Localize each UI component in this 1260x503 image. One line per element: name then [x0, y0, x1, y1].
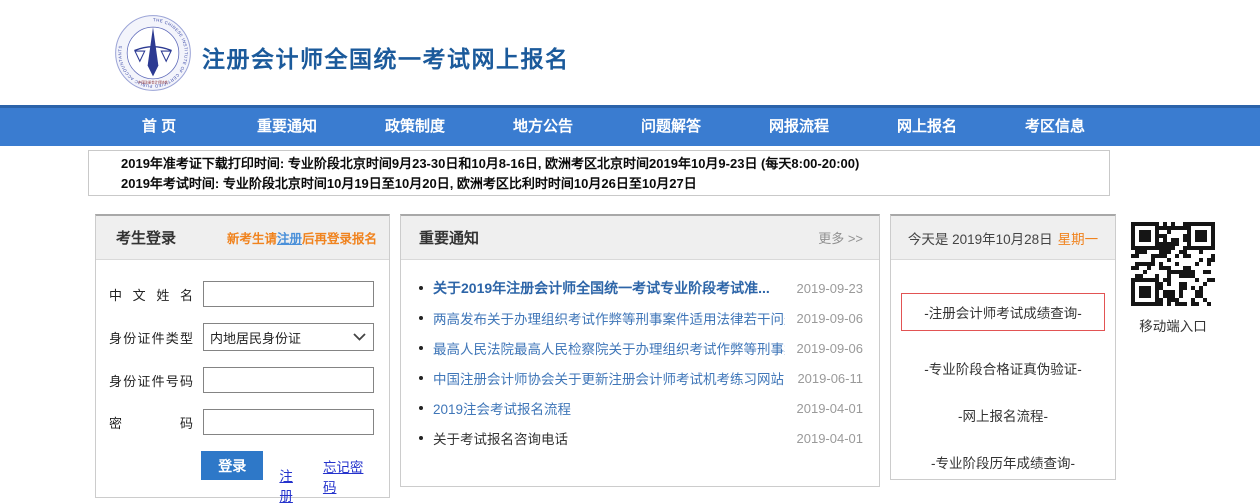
- notice-date: 2019-09-06: [797, 311, 864, 326]
- forgot-password-link[interactable]: 忘记密码: [323, 456, 374, 496]
- schedule-line-2: 2019年考试时间: 专业阶段北京时间10月19日至10月20日, 欧洲考区比利…: [121, 174, 1109, 194]
- nav-item-important-notices[interactable]: 重要通知: [223, 108, 351, 146]
- id-type-value: 内地居民身份证: [210, 328, 301, 347]
- notice-row: 关于2019年注册会计师全国统一考试专业阶段考试准... 2019-09-23: [419, 273, 863, 303]
- notice-link[interactable]: 最高人民法院最高人民检察院关于办理组织考试作弊等刑事案件...: [433, 338, 785, 358]
- login-form: 中文姓名 身份证件类型 内地居民身份证 身份证件号码 密码 登录 注册: [96, 260, 389, 503]
- notice-link[interactable]: 2019注会考试报名流程: [433, 398, 785, 418]
- login-button[interactable]: 登录: [201, 451, 263, 480]
- mobile-entry: 移动端入口: [1130, 222, 1216, 335]
- id-number-label: 身份证件号码: [109, 371, 193, 390]
- id-number-input[interactable]: [203, 367, 374, 393]
- notice-date: 2019-09-23: [797, 281, 864, 296]
- notice-row: 两高发布关于办理组织考试作弊等刑事案件适用法律若干问题的... 2019-09-…: [419, 303, 863, 333]
- notice-link[interactable]: 关于考试报名咨询电话: [433, 428, 785, 448]
- login-title: 考生登录: [116, 227, 176, 248]
- today-date: 今天是 2019年10月28日: [908, 228, 1053, 248]
- more-link[interactable]: 更多 >>: [818, 228, 863, 247]
- notice-row: 关于考试报名咨询电话 2019-04-01: [419, 423, 863, 453]
- login-panel-header: 考生登录 新考生请注册后再登录报名: [96, 216, 389, 260]
- notice-row: 中国注册会计师协会关于更新注册会计师考试机考练习网站的公... 2019-06-…: [419, 363, 863, 393]
- quick-links-list: -注册会计师考试成绩查询- -专业阶段合格证真伪验证- -网上报名流程- -专业…: [891, 260, 1115, 472]
- schedule-line-1: 2019年准考证下载打印时间: 专业阶段北京时间9月23-30日和10月8-16…: [121, 154, 1109, 174]
- nav-item-registration-process[interactable]: 网报流程: [735, 108, 863, 146]
- nav-item-home[interactable]: 首 页: [95, 108, 223, 146]
- score-query-link[interactable]: -注册会计师考试成绩查询-: [901, 293, 1105, 331]
- bullet-icon: [419, 406, 423, 410]
- register-hint-link[interactable]: 注册: [277, 232, 302, 246]
- site-title: 注册会计师全国统一考试网上报名: [202, 40, 570, 74]
- notice-date: 2019-06-11: [797, 371, 863, 386]
- register-link[interactable]: 注册: [279, 465, 305, 503]
- notice-link[interactable]: 关于2019年注册会计师全国统一考试专业阶段考试准...: [433, 278, 785, 298]
- bullet-icon: [419, 286, 423, 290]
- login-panel: 考生登录 新考生请注册后再登录报名 中文姓名 身份证件类型 内地居民身份证 身份…: [95, 214, 390, 498]
- qr-code: [1131, 222, 1215, 306]
- notice-link[interactable]: 中国注册会计师协会关于更新注册会计师考试机考练习网站的公...: [433, 368, 785, 388]
- bullet-icon: [419, 346, 423, 350]
- cicpa-logo-icon: THE CHINESE INSTITUTE OF CERTIFIED PUBLI…: [114, 14, 192, 92]
- certificate-verification-link[interactable]: -专业阶段合格证真伪验证-: [891, 358, 1115, 378]
- hint-prefix: 新考生请: [227, 232, 277, 246]
- svg-text:·中国注册会计师协会·: ·中国注册会计师协会·: [137, 80, 169, 85]
- chevron-down-icon: [353, 333, 366, 341]
- notice-date: 2019-04-01: [797, 431, 864, 446]
- nav-item-local-announcements[interactable]: 地方公告: [479, 108, 607, 146]
- bullet-icon: [419, 376, 423, 380]
- exam-schedule-notice: 2019年准考证下载打印时间: 专业阶段北京时间9月23-30日和10月8-16…: [88, 150, 1110, 196]
- bullet-icon: [419, 316, 423, 320]
- notices-panel-header: 重要通知 更多 >>: [401, 216, 879, 260]
- id-type-select[interactable]: 内地居民身份证: [203, 323, 374, 351]
- nav-item-policies[interactable]: 政策制度: [351, 108, 479, 146]
- main-nav: 首 页 重要通知 政策制度 地方公告 问题解答 网报流程 网上报名 考区信息: [0, 105, 1260, 146]
- chinese-name-input[interactable]: [203, 281, 374, 307]
- important-notices-panel: 重要通知 更多 >> 关于2019年注册会计师全国统一考试专业阶段考试准... …: [400, 214, 880, 487]
- page: THE CHINESE INSTITUTE OF CERTIFIED PUBLI…: [0, 0, 1260, 503]
- historical-scores-link[interactable]: -专业阶段历年成绩查询-: [891, 452, 1115, 472]
- name-label: 中文姓名: [109, 285, 193, 304]
- quick-links-panel: 今天是 2019年10月28日 星期一 -注册会计师考试成绩查询- -专业阶段合…: [890, 214, 1116, 480]
- notice-link[interactable]: 两高发布关于办理组织考试作弊等刑事案件适用法律若干问题的...: [433, 308, 785, 328]
- bullet-icon: [419, 436, 423, 440]
- date-header: 今天是 2019年10月28日 星期一: [891, 216, 1115, 260]
- notice-list: 关于2019年注册会计师全国统一考试专业阶段考试准... 2019-09-23 …: [401, 260, 879, 453]
- weekday: 星期一: [1058, 228, 1099, 248]
- new-candidate-hint: 新考生请注册后再登录报名: [227, 228, 377, 247]
- qr-caption: 移动端入口: [1130, 315, 1216, 335]
- notice-row: 最高人民法院最高人民检察院关于办理组织考试作弊等刑事案件... 2019-09-…: [419, 333, 863, 363]
- nav-item-exam-area-info[interactable]: 考区信息: [991, 108, 1119, 146]
- notices-title: 重要通知: [419, 227, 479, 248]
- notice-date: 2019-04-01: [797, 401, 864, 416]
- password-label: 密码: [109, 413, 193, 432]
- password-input[interactable]: [203, 409, 374, 435]
- hint-suffix: 后再登录报名: [302, 232, 377, 246]
- nav-item-faq[interactable]: 问题解答: [607, 108, 735, 146]
- nav-item-online-registration[interactable]: 网上报名: [863, 108, 991, 146]
- notice-date: 2019-09-06: [797, 341, 864, 356]
- notice-row: 2019注会考试报名流程 2019-04-01: [419, 393, 863, 423]
- id-type-label: 身份证件类型: [109, 328, 193, 347]
- registration-process-link[interactable]: -网上报名流程-: [891, 405, 1115, 425]
